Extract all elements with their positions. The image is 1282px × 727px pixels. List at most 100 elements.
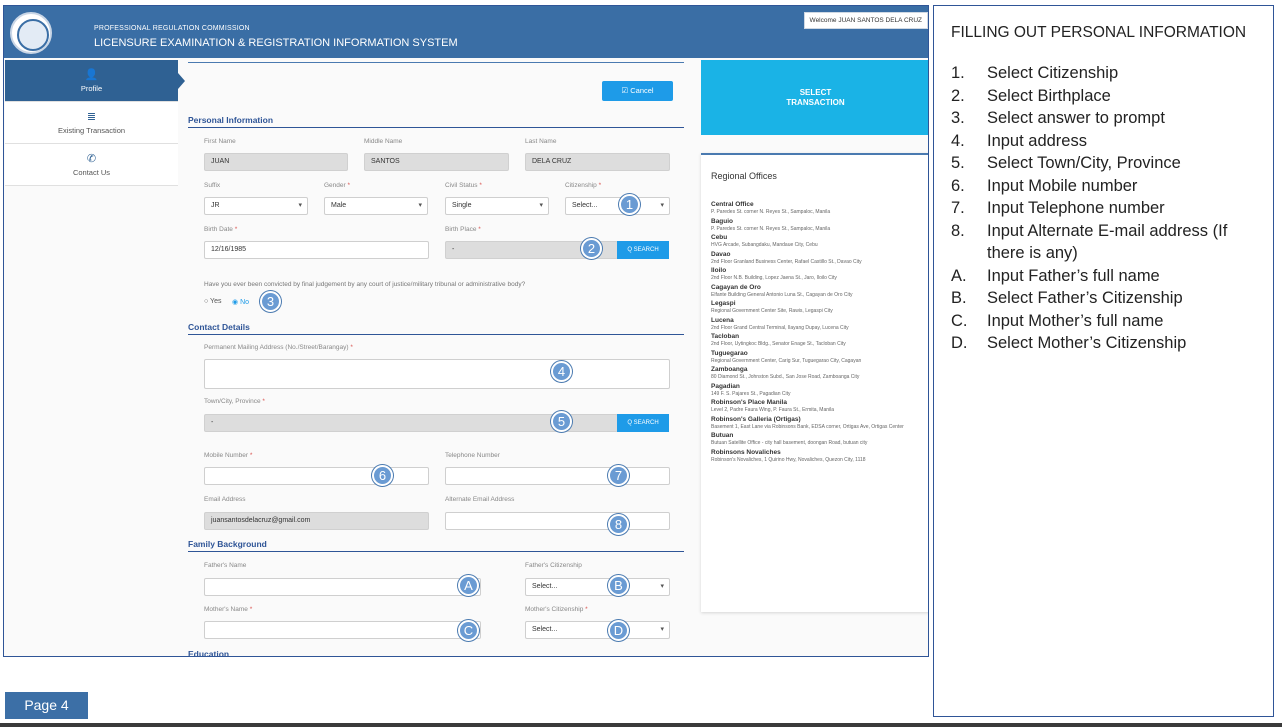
office-name: Central Office xyxy=(711,201,754,208)
birth-place-search-button[interactable]: Q SEARCH xyxy=(617,241,669,259)
instruction-step: 5. Select Town/City, Province xyxy=(951,152,1256,175)
mother-name-label: Mother's Name * xyxy=(204,606,253,613)
email-field[interactable]: juansantosdelacruz@gmail.com xyxy=(204,512,429,530)
regional-offices-panel: Regional Offices Central Office P. Parede… xyxy=(701,153,928,612)
address-field[interactable] xyxy=(204,359,670,389)
select-transaction-line1: SELECT xyxy=(799,88,832,97)
father-citizenship-label: Father's Citizenship xyxy=(525,562,582,569)
instruction-step-text: Select Father’s Citizenship xyxy=(987,289,1183,307)
conviction-no-radio[interactable]: ◉ No xyxy=(232,298,249,306)
suffix-select[interactable]: JR xyxy=(204,197,308,215)
user-icon: 👤 xyxy=(84,69,99,81)
alt-email-label: Alternate Email Address xyxy=(445,496,515,503)
instructions-panel: FILLING OUT PERSONAL INFORMATION 1. Selec… xyxy=(933,5,1274,717)
prc-seal-logo xyxy=(10,12,52,54)
gender-select[interactable]: Male xyxy=(324,197,428,215)
cancel-button[interactable]: ☑ Cancel xyxy=(602,81,673,101)
office-name: Robinson's Galleria (Ortigas) xyxy=(711,415,801,423)
conviction-question: Have you ever been convicted by final ju… xyxy=(204,281,526,288)
callout-badge-a: A xyxy=(458,575,479,596)
mother-name-field[interactable] xyxy=(204,621,481,639)
callout-badge-d: D xyxy=(608,620,629,641)
phone-icon: ✆ xyxy=(86,153,97,165)
telephone-field[interactable] xyxy=(445,467,670,485)
birth-date-field[interactable]: 12/16/1985 xyxy=(204,241,429,259)
email-label: Email Address xyxy=(204,496,246,503)
father-citizenship-select[interactable]: Select... xyxy=(525,578,670,596)
instruction-step-text: Input Father’s full name xyxy=(987,266,1160,285)
sidebar-item-label: Existing Transaction xyxy=(57,126,126,135)
instruction-step: 2. Select Birthplace xyxy=(951,85,1256,108)
callout-badge-c: C xyxy=(458,620,479,641)
office-address: Butuan Satellite Office - city hall base… xyxy=(711,440,868,446)
middle-name-field[interactable]: SANTOS xyxy=(364,153,509,171)
address-label: Permanent Mailing Address (No./Street/Ba… xyxy=(204,344,353,351)
sidebar-item-label: Profile xyxy=(80,84,103,93)
instruction-step-marker: C. xyxy=(951,311,968,330)
sidebar-item-existing-transaction[interactable]: ≣ Existing Transaction xyxy=(5,102,178,144)
sidebar-item-contact-us[interactable]: ✆ Contact Us xyxy=(5,144,178,186)
office-address: 80 Diamond St., Johnston Subd., San Jose… xyxy=(711,374,860,380)
slide: PROFESSIONAL REGULATION COMMISSION LICEN… xyxy=(0,0,1282,727)
instruction-step-text: Select Birthplace xyxy=(987,86,1111,105)
instruction-step-marker: 5. xyxy=(951,154,965,172)
conviction-yes-radio[interactable]: ○ Yes xyxy=(204,298,221,305)
mobile-field[interactable] xyxy=(204,467,429,485)
office-name: Legaspi xyxy=(711,300,736,307)
instruction-step: 1. Select Citizenship xyxy=(951,62,1256,85)
office-address: Robinson's Novaliches, 1 Quirino Hwy, No… xyxy=(711,456,866,463)
office-address: 149 F. S. Pajares St., Pagadian City xyxy=(711,390,791,397)
callout-badge-5: 5 xyxy=(551,411,572,432)
citizenship-select[interactable]: Select... xyxy=(565,197,670,215)
callout-badge-b: B xyxy=(608,575,629,596)
town-label: Town/City, Province * xyxy=(204,398,265,405)
select-transaction-line2: TRANSACTION xyxy=(786,98,845,107)
sidebar-item-profile[interactable]: 👤 Profile xyxy=(5,60,185,102)
alt-email-field[interactable] xyxy=(445,512,670,530)
callout-badge-6: 6 xyxy=(372,465,393,486)
instruction-step: B. Select Father’s Citizenship xyxy=(951,287,1256,310)
callout-badge-8: 8 xyxy=(608,514,629,535)
list-icon: ≣ xyxy=(86,111,97,123)
instruction-step: 7. Input Telephone number xyxy=(951,197,1256,220)
section-contact-details: Contact Details xyxy=(188,322,684,335)
instruction-step-text: Input Mother’s full name xyxy=(987,311,1164,330)
town-search-button[interactable]: Q SEARCH xyxy=(617,414,669,432)
profile-form: ☑ Cancel Personal Information First Name… xyxy=(188,60,684,657)
welcome-user-box[interactable]: Welcome JUAN SANTOS DELA CRUZ xyxy=(803,12,928,29)
office-name: Cagayan de Oro xyxy=(711,283,761,291)
first-name-field[interactable]: JUAN xyxy=(204,153,348,171)
office-name: Baguio xyxy=(711,217,734,225)
first-name-label: First Name xyxy=(204,138,236,145)
instruction-step-marker: 7. xyxy=(951,199,965,217)
edit-icon: ☑ xyxy=(621,86,629,95)
instruction-step-marker: 4. xyxy=(951,131,965,150)
mother-citizenship-label: Mother's Citizenship * xyxy=(525,606,588,613)
office-address: 2nd Floor N.B. Building, Lopez Jaena St.… xyxy=(711,275,837,281)
civil-status-label: Civil Status * xyxy=(445,182,482,189)
office-address: Basement 1, East Lane via Robinsons Bank… xyxy=(711,423,904,430)
section-education: Education xyxy=(188,649,230,657)
office-address: 2nd Floor Granland Business Center, Rafa… xyxy=(711,258,862,265)
office-name: Cebu xyxy=(711,234,728,241)
father-name-field[interactable] xyxy=(204,578,481,596)
instructions-step-list: 1. Select Citizenship 2. Select Birthplace 3… xyxy=(951,62,1256,355)
office-address: P. Paredes St. corner N. Reyes St., Samp… xyxy=(711,225,831,232)
mobile-label: Mobile Number * xyxy=(204,452,253,459)
office-address: Regional Government Center Site, Rawis, … xyxy=(711,308,833,314)
last-name-field[interactable]: DELA CRUZ xyxy=(525,153,670,171)
citizenship-label: Citizenship * xyxy=(565,182,602,189)
instruction-step-marker: 1. xyxy=(951,64,965,82)
sidebar: 👤 Profile ≣ Existing Transaction ✆ Conta… xyxy=(5,60,185,186)
instruction-step-text: Select Citizenship xyxy=(987,64,1119,82)
instruction-step-text: Input address xyxy=(987,131,1087,150)
office-name: Butuan xyxy=(711,432,734,439)
callout-badge-1: 1 xyxy=(619,194,640,215)
instruction-step-text: Input Alternate E-mail address (If there… xyxy=(987,221,1228,263)
civil-status-select[interactable]: Single xyxy=(445,197,549,215)
office-name: Robinsons Novaliches xyxy=(711,448,781,456)
instruction-step: D. Select Mother’s Citizenship xyxy=(951,332,1256,355)
select-transaction-button[interactable]: SELECT TRANSACTION xyxy=(701,60,928,135)
mother-citizenship-select[interactable]: Select... xyxy=(525,621,670,639)
instruction-step: 4. Input address xyxy=(951,130,1256,153)
